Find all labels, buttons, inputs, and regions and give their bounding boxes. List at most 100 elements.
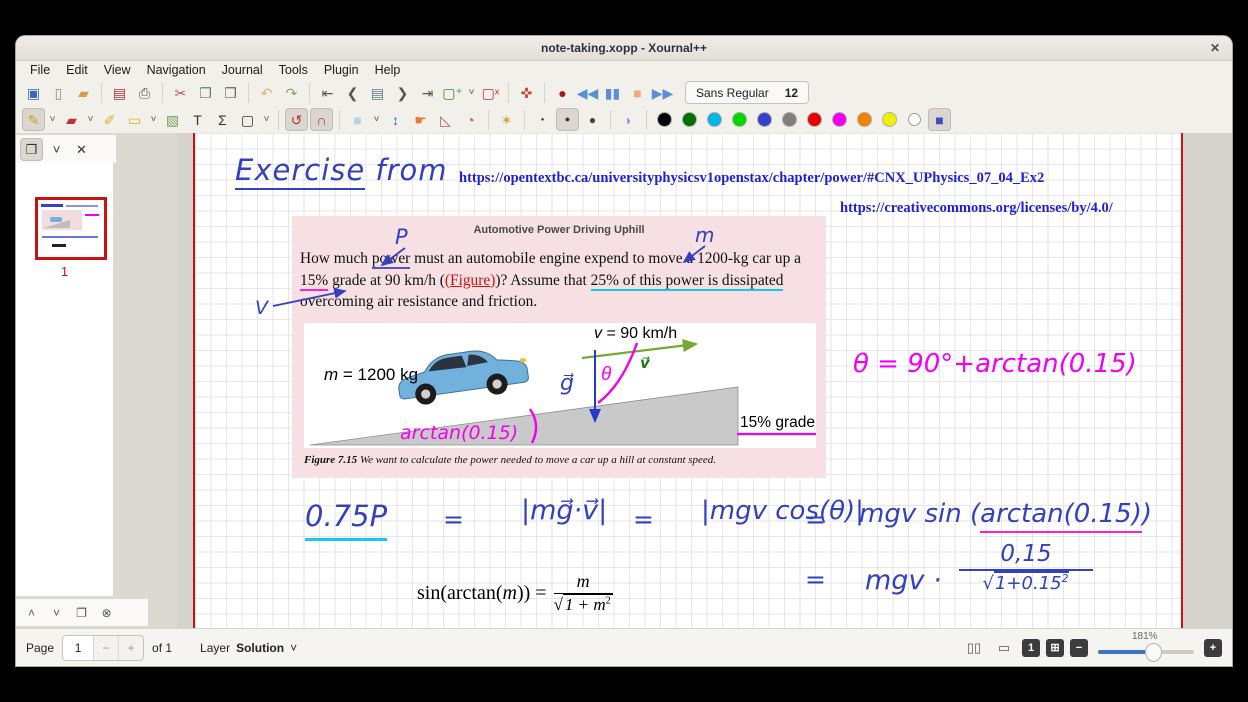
new-file-icon[interactable]: ▯	[47, 81, 70, 104]
forward-icon[interactable]: ▶▶	[651, 81, 674, 104]
menu-file[interactable]: File	[22, 62, 58, 78]
delete-page-icon[interactable]: ▢ˣ	[479, 81, 502, 104]
color-orange-swatch[interactable]	[853, 108, 876, 131]
size-thick-icon[interactable]: ●	[581, 108, 604, 131]
color-cyan-swatch[interactable]	[703, 108, 726, 131]
paste-icon[interactable]: ❒	[219, 81, 242, 104]
cut-icon[interactable]: ✂	[169, 81, 192, 104]
open-folder-icon[interactable]: ▰	[72, 81, 95, 104]
insert-image-icon[interactable]: ▧	[161, 108, 184, 131]
menu-help[interactable]: Help	[367, 62, 409, 78]
toolbar-separator	[544, 83, 545, 103]
license-link[interactable]: https://creativecommons.org/licenses/by/…	[840, 200, 1113, 217]
zoom-100-button[interactable]: 1	[1022, 639, 1040, 657]
size-fine-icon[interactable]: ●	[531, 108, 554, 131]
page-preview-icon[interactable]: ❐	[20, 138, 43, 161]
zoom-in-button[interactable]: +	[1204, 639, 1222, 657]
text-tool-icon[interactable]: T	[186, 108, 209, 131]
dropdown-chevron-icon[interactable]: ˅	[46, 108, 59, 131]
page-number-input[interactable]: 1	[63, 641, 93, 655]
menu-tools[interactable]: Tools	[271, 62, 316, 78]
copy-icon[interactable]: ❐	[194, 81, 217, 104]
page-decrement-button[interactable]: −	[93, 636, 118, 660]
math-rhs-frac-prefix: mgv ·	[865, 565, 942, 596]
menu-view[interactable]: View	[96, 62, 139, 78]
setsquare-tool-icon[interactable]: ◺	[434, 108, 457, 131]
layer-dropdown-icon[interactable]: ˅	[290, 641, 297, 655]
undo-icon[interactable]: ↶	[255, 81, 278, 104]
menu-journal[interactable]: Journal	[214, 62, 271, 78]
source-link[interactable]: https://opentextbc.ca/universityphysicsv…	[459, 170, 1044, 187]
presentation-mode-icon[interactable]: ▭	[992, 637, 1016, 659]
zoom-fit-button[interactable]: ⊞	[1046, 639, 1064, 657]
page-canvas[interactable]: Exercise from https://opentextbc.ca/univ…	[193, 133, 1183, 628]
color-white-swatch[interactable]	[903, 108, 926, 131]
dropdown-chevron-icon[interactable]: ˅	[147, 108, 160, 131]
highlighter-tool-icon[interactable]: ✐	[98, 108, 121, 131]
hand-tool-icon[interactable]: ☛	[409, 108, 432, 131]
compass-tool-icon[interactable]: ◔	[459, 108, 482, 131]
fill-tool-icon[interactable]: ◗	[617, 108, 640, 131]
color-gray-swatch[interactable]	[778, 108, 801, 131]
menu-navigation[interactable]: Navigation	[139, 62, 214, 78]
print-icon[interactable]: ⎙	[133, 81, 156, 104]
latex-formula: sin(arctan(m)) = m √1 + m2	[417, 571, 613, 615]
menu-plugin[interactable]: Plugin	[316, 62, 367, 78]
color-green-swatch[interactable]	[728, 108, 751, 131]
record-audio-icon[interactable]: ●	[551, 81, 574, 104]
fullscreen-icon[interactable]: ✜	[515, 81, 538, 104]
zoom-out-button[interactable]: −	[1070, 639, 1088, 657]
stop-icon[interactable]: ■	[626, 81, 649, 104]
spline-tool-icon[interactable]: ✶	[495, 108, 518, 131]
color-black-swatch[interactable]	[653, 108, 676, 131]
export-pdf-icon[interactable]: ▤	[108, 81, 131, 104]
redo-icon[interactable]: ↷	[280, 81, 303, 104]
pen-tool-icon[interactable]: ✎	[22, 108, 45, 131]
new-page-icon[interactable]: ▢⁺	[441, 81, 464, 104]
figure-link[interactable]: (Figure)	[445, 272, 495, 289]
eraser-tool-icon[interactable]: ▰	[60, 108, 83, 131]
size-medium-icon[interactable]: ●	[556, 108, 579, 131]
zoom-slider-knob[interactable]	[1145, 643, 1162, 662]
select-rect-icon[interactable]: ■	[346, 108, 369, 131]
previous-page-icon[interactable]: ❮	[341, 81, 364, 104]
scroll-down-icon[interactable]: ˅	[45, 601, 68, 624]
dropdown-chevron-icon[interactable]: ˅	[84, 108, 97, 131]
pause-icon[interactable]: ▮▮	[601, 81, 624, 104]
snap-magnet-icon[interactable]: ∩	[310, 108, 333, 131]
close-icon[interactable]: ✕	[1206, 39, 1224, 57]
font-selector-button[interactable]: Sans Regular 12	[685, 81, 809, 104]
scroll-up-icon[interactable]: ˄	[20, 601, 43, 624]
shape-recognizer-icon[interactable]: ↺	[285, 108, 308, 131]
duplicate-page-icon[interactable]: ❐	[70, 601, 93, 624]
zoom-slider[interactable]: 181%	[1098, 635, 1194, 661]
color-red-swatch[interactable]	[803, 108, 826, 131]
dropdown-chevron-icon[interactable]: ˅	[370, 108, 383, 131]
last-page-icon[interactable]: ⇥	[416, 81, 439, 104]
next-page-icon[interactable]: ❯	[391, 81, 414, 104]
color-magenta-swatch[interactable]	[828, 108, 851, 131]
ruler-tool-icon[interactable]: ▭	[123, 108, 146, 131]
color-yellow-swatch[interactable]	[878, 108, 901, 131]
toolbar-separator	[278, 110, 279, 130]
color-blue-swatch[interactable]	[753, 108, 776, 131]
sidebar-close-icon[interactable]: ✕	[70, 138, 93, 161]
rewind-icon[interactable]: ◀◀	[576, 81, 599, 104]
color-picker-icon[interactable]: ■	[928, 108, 951, 131]
focus-page-icon[interactable]: ⊗	[95, 601, 118, 624]
layer-value[interactable]: Solution	[236, 641, 284, 655]
page-increment-button[interactable]: +	[118, 636, 143, 660]
page-thumbnail[interactable]	[35, 197, 107, 260]
dropdown-chevron-icon[interactable]: ˅	[465, 81, 478, 104]
menu-edit[interactable]: Edit	[58, 62, 96, 78]
dropdown-chevron-icon[interactable]: ˅	[260, 108, 273, 131]
save-icon[interactable]: ▣	[22, 81, 45, 104]
sidebar-dropdown-icon[interactable]: ˅	[45, 138, 68, 161]
goto-page-icon[interactable]: ▤	[366, 81, 389, 104]
tex-tool-icon[interactable]: Σ	[211, 108, 234, 131]
color-dark-green-swatch[interactable]	[678, 108, 701, 131]
first-page-icon[interactable]: ⇤	[316, 81, 339, 104]
vertical-space-icon[interactable]: ↕	[384, 108, 407, 131]
shape-tool-icon[interactable]: ▢	[236, 108, 259, 131]
two-page-view-icon[interactable]: ▯▯	[962, 637, 986, 659]
